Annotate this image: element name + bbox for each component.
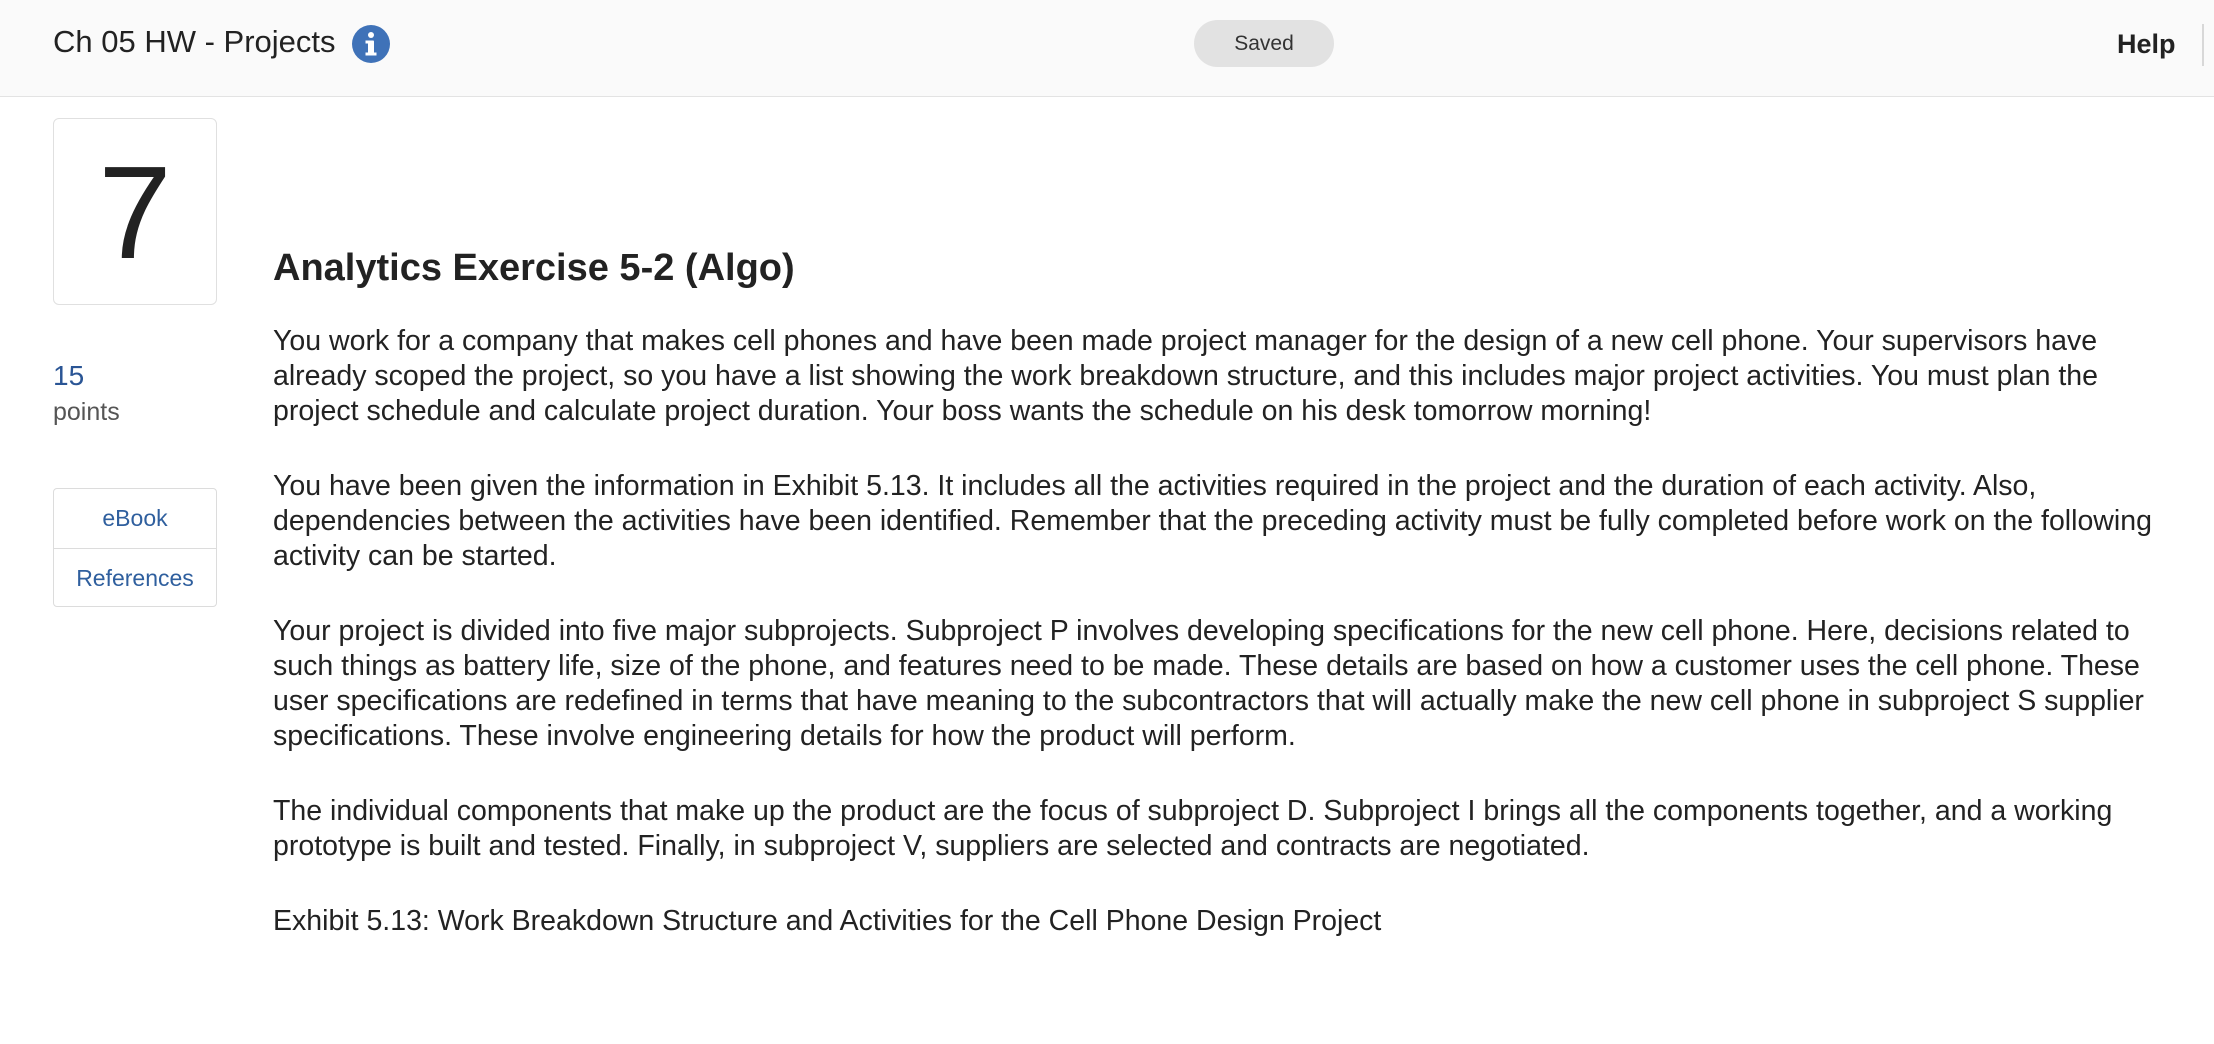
references-link[interactable]: References (54, 548, 216, 607)
saved-status-badge: Saved (1194, 20, 1334, 67)
points-label: points (53, 398, 120, 426)
info-icon[interactable] (351, 24, 391, 64)
question-number-box: 7 (53, 118, 217, 305)
points-value: 15 (53, 360, 85, 391)
top-bar: Ch 05 HW - Projects Saved Help (0, 0, 2214, 97)
ebook-link[interactable]: eBook (54, 489, 216, 548)
exercise-title: Analytics Exercise 5-2 (Algo) (273, 247, 795, 289)
help-button[interactable]: Help (2117, 26, 2176, 62)
topbar-divider (2202, 24, 2204, 66)
subprojects-paragraph: Your project is divided into five major … (273, 615, 2144, 752)
intro-paragraph: You work for a company that makes cell p… (273, 325, 2098, 427)
question-number: 7 (98, 139, 172, 286)
assignment-title: Ch 05 HW - Projects (53, 24, 336, 59)
exhibit-caption: Exhibit 5.13: Work Breakdown Structure a… (273, 905, 1382, 937)
question-content: Analytics Exercise 5-2 (Algo) You work f… (273, 242, 2173, 939)
exhibit-info-paragraph: You have been given the information in E… (273, 470, 2152, 572)
components-paragraph: The individual components that make up t… (273, 795, 2113, 862)
resources-panel: eBook References (53, 488, 217, 607)
